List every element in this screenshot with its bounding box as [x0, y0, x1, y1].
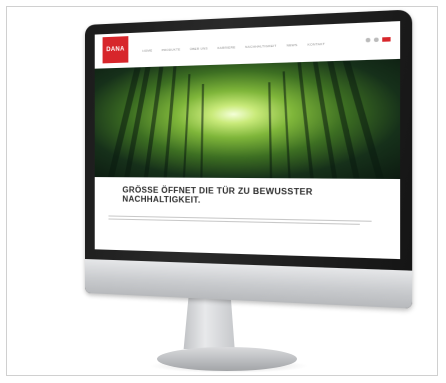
hero-image-bamboo-forest: [94, 58, 401, 180]
nav-item[interactable]: PRODUKTE: [162, 47, 181, 52]
nav-item[interactable]: NEWS: [286, 43, 297, 48]
monitor-screen: DANA HOME PRODUKTE ÜBER UNS KARRIERE NAC…: [94, 21, 401, 260]
site-nav: HOME PRODUKTE ÜBER UNS KARRIERE NACHHALT…: [142, 40, 364, 53]
nav-tools: [365, 37, 391, 43]
monitor: DANA HOME PRODUKTE ÜBER UNS KARRIERE NAC…: [85, 9, 413, 309]
monitor-stand-base: [157, 347, 297, 371]
page-headline: GRÖSSE ÖFFNET DIE TÜR ZU BEWUSSTER NACHH…: [122, 185, 313, 205]
nav-item[interactable]: ÜBER UNS: [190, 46, 208, 51]
flag-icon[interactable]: [382, 37, 391, 42]
nav-item[interactable]: KARRIERE: [217, 45, 235, 50]
logo-text: DANA: [106, 46, 125, 54]
user-icon[interactable]: [373, 37, 379, 43]
monitor-chin: [85, 259, 413, 309]
nav-item[interactable]: HOME: [142, 48, 152, 52]
site-logo[interactable]: DANA: [102, 36, 129, 64]
search-icon[interactable]: [365, 37, 371, 43]
nav-item[interactable]: KONTAKT: [308, 42, 325, 47]
image-frame: DANA HOME PRODUKTE ÜBER UNS KARRIERE NAC…: [6, 6, 438, 376]
body-text-lines: [108, 213, 383, 227]
nav-item[interactable]: NACHHALTIGKEIT: [245, 44, 276, 49]
